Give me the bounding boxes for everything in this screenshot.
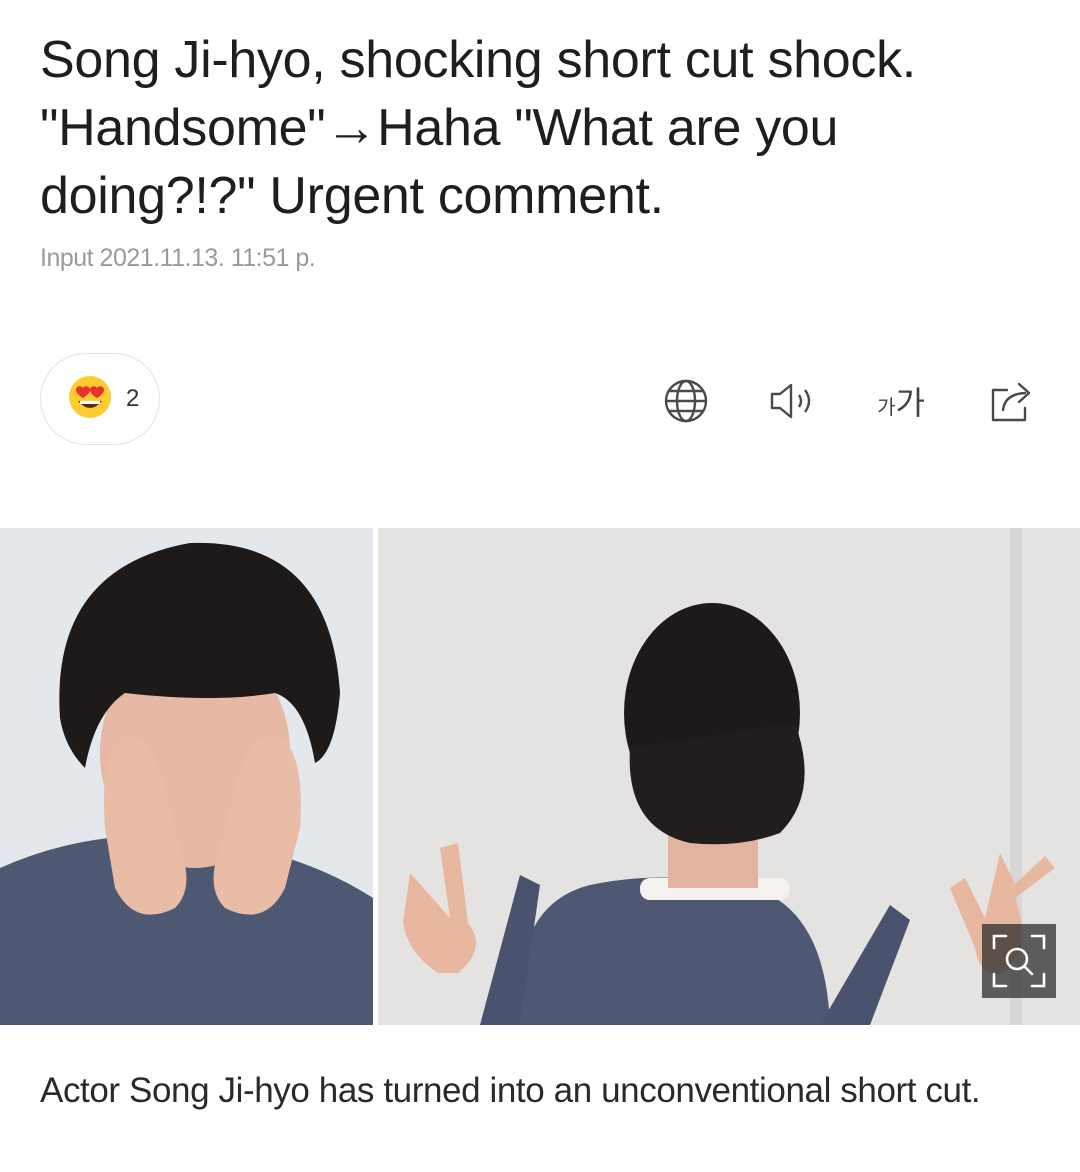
font-size-small-glyph: 가 — [877, 395, 896, 419]
photo-zoom-button[interactable] — [982, 924, 1056, 998]
globe-icon — [664, 379, 708, 423]
zoom-search-icon — [992, 934, 1046, 988]
article-toolbar: 가가 — [0, 372, 1080, 430]
read-aloud-button[interactable] — [763, 372, 821, 430]
translate-button[interactable] — [657, 372, 715, 430]
headline-line-3: doing?!?" Urgent comment. — [40, 167, 664, 225]
share-button[interactable] — [982, 372, 1040, 430]
share-icon — [991, 382, 1031, 422]
input-timestamp: Input 2021.11.13. 11:51 p. — [40, 244, 316, 272]
font-size-icon: 가가 — [877, 378, 925, 424]
article-headline: Song Ji-hyo, shocking short cut shock. "… — [40, 26, 1040, 230]
font-size-button[interactable]: 가가 — [869, 372, 933, 430]
headline-line-2: "Handsome"→Haha "What are you — [40, 99, 839, 157]
font-size-big-glyph: 가 — [895, 384, 925, 422]
photo-caption: Actor Song Ji-hyo has turned into an unc… — [40, 1071, 981, 1110]
speaker-icon — [770, 383, 811, 419]
article-photo — [0, 528, 1080, 1025]
headline-line-1: Song Ji-hyo, shocking short cut shock. — [40, 31, 916, 89]
